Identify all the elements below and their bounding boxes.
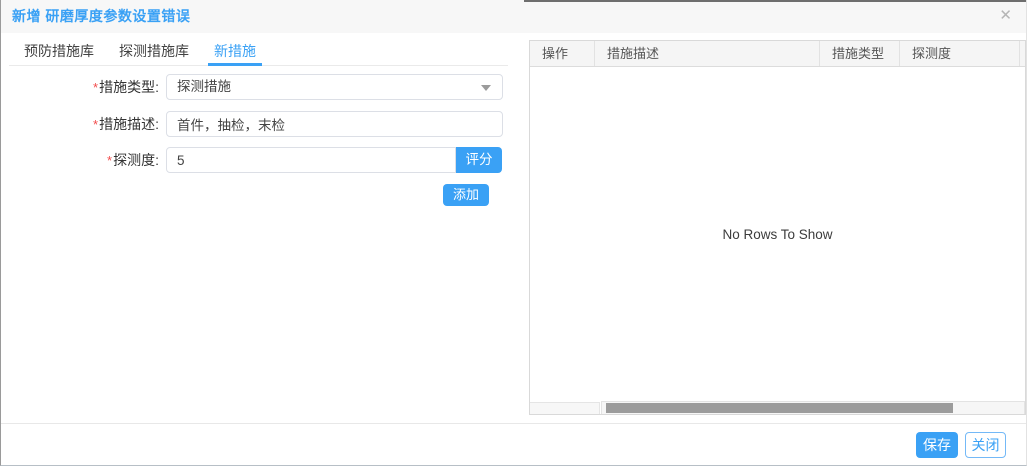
column-header-detection-degree[interactable]: 探测度 (900, 41, 1020, 66)
close-button[interactable]: 关闭 (965, 432, 1006, 458)
table-header-row: 操作 措施描述 措施类型 探测度 (530, 41, 1025, 67)
required-mark: * (93, 117, 98, 132)
horizontal-scrollbar[interactable] (601, 401, 1025, 414)
pinned-column-scroll-spacer (530, 402, 600, 414)
score-button[interactable]: 评分 (456, 147, 502, 173)
chevron-down-icon (481, 85, 491, 91)
required-mark: * (107, 153, 112, 168)
tab-detection-library[interactable]: 探测措施库 (113, 37, 195, 66)
dialog-titlebar: 新增 研磨厚度参数设置错误 ✕ (1, 0, 1026, 33)
measure-type-value: 探测措施 (177, 79, 231, 94)
no-rows-text: No Rows To Show (722, 227, 832, 242)
column-header-measure-type[interactable]: 措施类型 (820, 41, 900, 66)
measure-desc-row: *措施描述: (1, 111, 503, 137)
measures-table: 操作 措施描述 措施类型 探测度 No Rows To Show (529, 40, 1026, 415)
measure-type-row: *措施类型: 探测措施 (1, 74, 503, 100)
required-mark: * (93, 80, 98, 95)
save-button[interactable]: 保存 (916, 432, 958, 458)
window-edge-artifact (524, 0, 1027, 2)
tab-bar: 预防措施库 探测措施库 新措施 (9, 37, 508, 66)
measure-type-select[interactable]: 探测措施 (166, 74, 503, 100)
add-button[interactable]: 添加 (443, 184, 489, 206)
table-empty-state: No Rows To Show (530, 67, 1025, 401)
detection-degree-row: *探测度: 评分 (1, 147, 502, 173)
tab-new-measure[interactable]: 新措施 (208, 37, 262, 66)
measure-desc-label: *措施描述: (1, 114, 159, 134)
measure-desc-input[interactable] (166, 111, 503, 137)
detection-degree-input[interactable] (166, 147, 456, 173)
dialog-footer: 保存 关闭 (1, 423, 1026, 465)
column-header-measure-desc[interactable]: 措施描述 (595, 41, 820, 66)
column-header-operation[interactable]: 操作 (530, 41, 595, 66)
close-icon[interactable]: ✕ (997, 0, 1014, 33)
detection-degree-label: *探测度: (1, 150, 159, 170)
tab-prevention-library[interactable]: 预防措施库 (18, 37, 100, 66)
add-measure-dialog: 新增 研磨厚度参数设置错误 ✕ 预防措施库 探测措施库 新措施 *措施类型: 探… (0, 0, 1027, 466)
horizontal-scrollbar-thumb[interactable] (606, 403, 953, 413)
measure-type-label: *措施类型: (1, 77, 159, 97)
measure-type-label-text: 措施类型: (99, 79, 159, 95)
dialog-title: 新增 研磨厚度参数设置错误 (12, 8, 190, 24)
measure-desc-label-text: 措施描述: (99, 116, 159, 132)
detection-degree-label-text: 探测度: (113, 152, 159, 168)
column-header-filler (1020, 41, 1025, 66)
